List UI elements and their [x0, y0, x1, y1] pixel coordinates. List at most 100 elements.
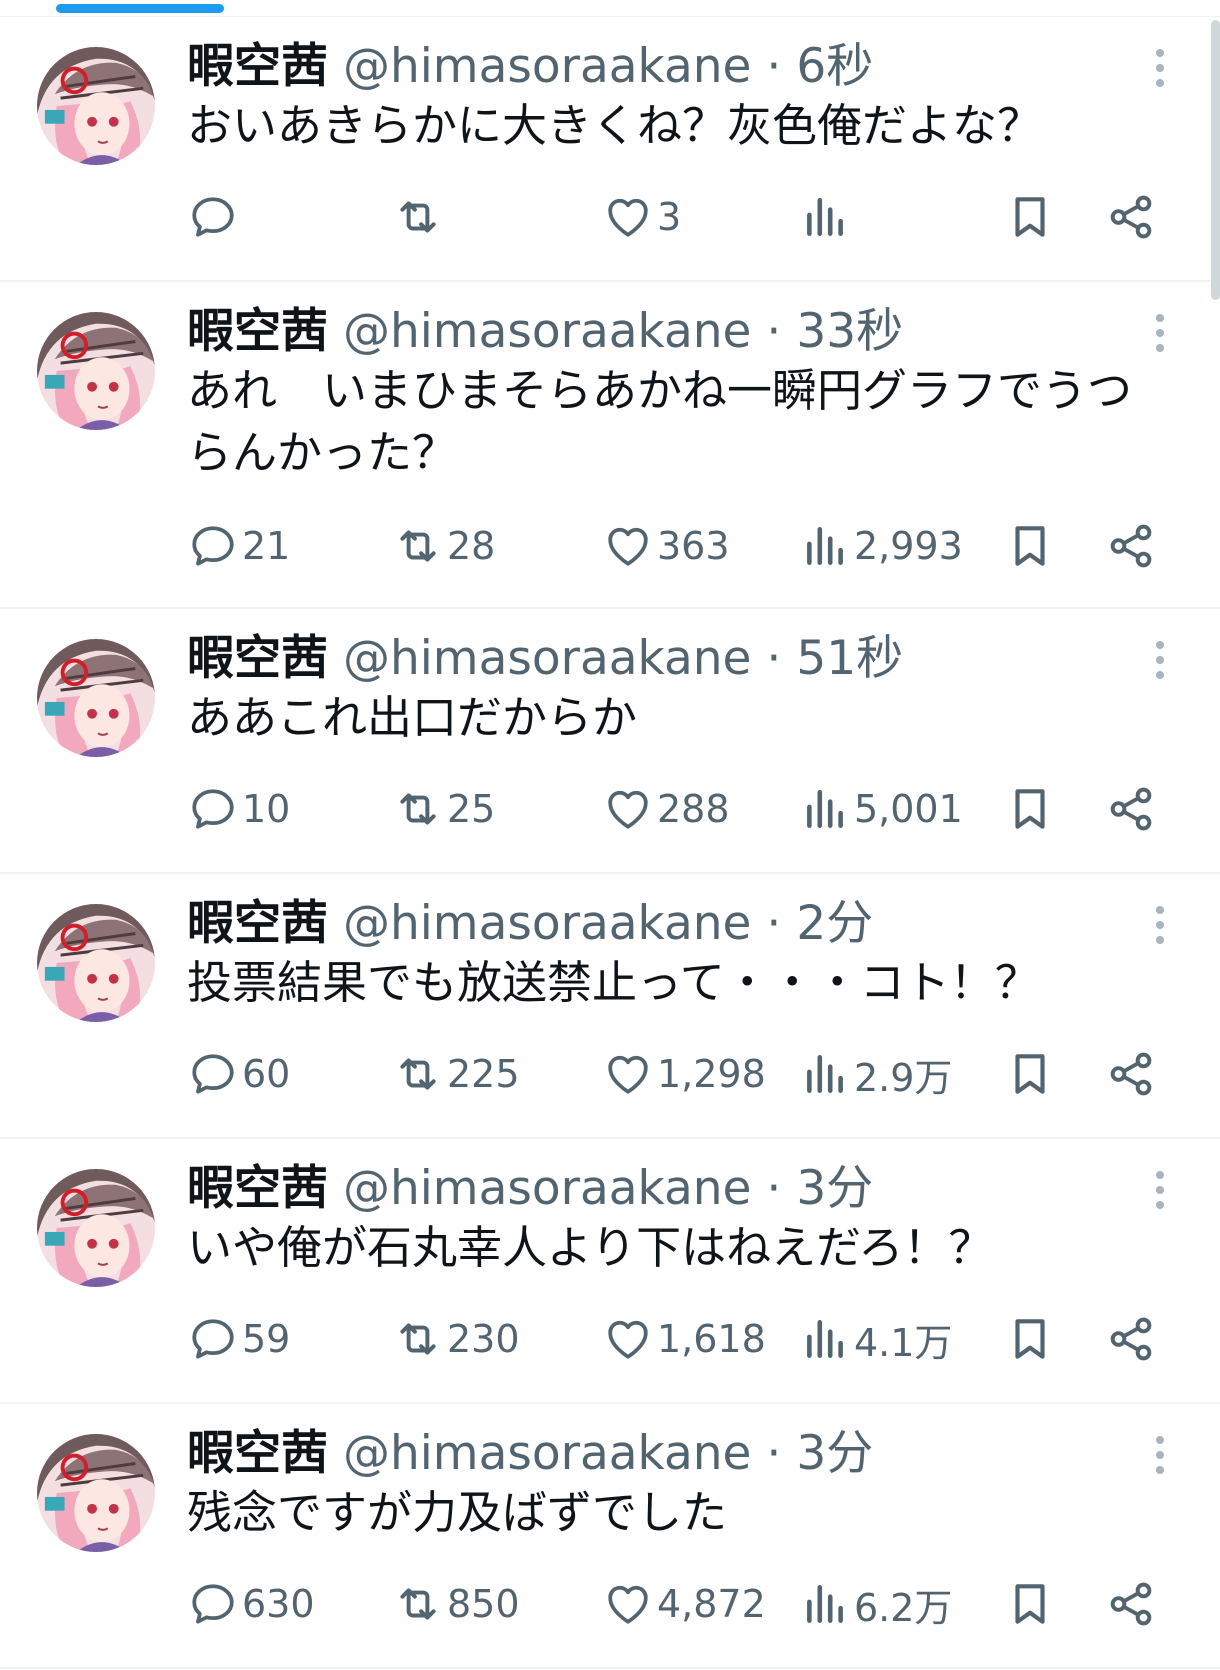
share-button[interactable] [1106, 1572, 1156, 1636]
avatar[interactable] [37, 312, 155, 430]
like-button[interactable]: 4,872 [603, 1572, 766, 1636]
timestamp[interactable]: 51秒 [796, 631, 903, 686]
timestamp[interactable]: 33秒 [796, 304, 903, 359]
share-button[interactable] [1106, 1307, 1156, 1371]
reply-button[interactable]: 59 [188, 1307, 290, 1371]
more-options-icon[interactable] [1152, 1171, 1168, 1215]
like-count: 3 [657, 195, 682, 239]
like-count: 288 [657, 787, 730, 831]
views-button[interactable]: 5,001 [800, 777, 963, 841]
more-options-icon[interactable] [1152, 906, 1168, 950]
display-name[interactable]: 暇空茜 [187, 39, 328, 94]
timeline-feed: 暇空茜 @himasoraakane · 6秒 おいあきらかに大きくね？灰色俺だ… [0, 17, 1220, 1669]
more-options-icon[interactable] [1152, 314, 1168, 358]
user-handle[interactable]: @himasoraakane [343, 1426, 752, 1481]
user-handle[interactable]: @himasoraakane [343, 631, 752, 686]
tweet-header: 暇空茜 @himasoraakane · 2分 [187, 896, 873, 952]
share-button[interactable] [1106, 514, 1156, 578]
view-count: 6.2万 [854, 1585, 953, 1630]
retweet-button[interactable]: 25 [393, 777, 495, 841]
like-button[interactable]: 1,618 [603, 1307, 766, 1371]
bookmark-button[interactable] [1005, 1307, 1055, 1371]
display-name[interactable]: 暇空茜 [187, 896, 328, 951]
heart-icon [603, 521, 653, 571]
tweet[interactable]: 暇空茜 @himasoraakane · 3分 残念ですが力及ばずでした 630… [0, 1404, 1220, 1669]
bookmark-button[interactable] [1005, 1042, 1055, 1106]
views-button[interactable]: 6.2万 [800, 1572, 952, 1636]
timestamp[interactable]: 3分 [796, 1426, 873, 1481]
reply-button[interactable]: 60 [188, 1042, 290, 1106]
share-button[interactable] [1106, 777, 1156, 841]
like-button[interactable]: 1,298 [603, 1042, 766, 1106]
views-icon [800, 192, 850, 242]
more-options-icon[interactable] [1152, 1436, 1168, 1480]
bookmark-icon [1005, 784, 1055, 834]
share-icon [1106, 521, 1156, 571]
like-button[interactable]: 3 [603, 185, 681, 249]
more-options-icon[interactable] [1152, 641, 1168, 685]
tweet-text: いや俺が石丸幸人より下はねえだろ！？ [187, 1221, 994, 1274]
bookmark-button[interactable] [1005, 777, 1055, 841]
bookmark-button[interactable] [1005, 1572, 1055, 1636]
timestamp[interactable]: 3分 [796, 1161, 873, 1216]
timestamp[interactable]: 6秒 [796, 39, 873, 94]
bookmark-button[interactable] [1005, 514, 1055, 578]
bookmark-button[interactable] [1005, 185, 1055, 249]
reply-count: 10 [242, 787, 291, 831]
separator-dot: · [766, 304, 782, 359]
tweet[interactable]: 暇空茜 @himasoraakane · 3分 いや俺が石丸幸人より下はねえだろ… [0, 1139, 1220, 1404]
timestamp[interactable]: 2分 [796, 896, 873, 951]
retweet-icon [393, 1314, 443, 1364]
retweet-button[interactable]: 225 [393, 1042, 520, 1106]
bookmark-icon [1005, 521, 1055, 571]
retweet-button[interactable] [393, 185, 447, 249]
like-button[interactable]: 288 [603, 777, 730, 841]
retweet-icon [393, 784, 443, 834]
avatar[interactable] [37, 639, 155, 757]
tweet[interactable]: 暇空茜 @himasoraakane · 6秒 おいあきらかに大きくね？灰色俺だ… [0, 17, 1220, 282]
display-name[interactable]: 暇空茜 [187, 1161, 328, 1216]
user-handle[interactable]: @himasoraakane [343, 39, 752, 94]
like-button[interactable]: 363 [603, 514, 730, 578]
user-handle[interactable]: @himasoraakane [343, 304, 752, 359]
reply-button[interactable]: 10 [188, 777, 290, 841]
like-count: 1,298 [657, 1052, 766, 1096]
views-icon [800, 1314, 850, 1364]
share-button[interactable] [1106, 185, 1156, 249]
like-count: 4,872 [657, 1582, 766, 1626]
scrollbar[interactable] [1211, 20, 1220, 300]
reply-icon [188, 784, 238, 834]
share-button[interactable] [1106, 1042, 1156, 1106]
active-tab-indicator [56, 4, 224, 13]
views-button[interactable] [800, 185, 854, 249]
separator-dot: · [766, 631, 782, 686]
tweet-header: 暇空茜 @himasoraakane · 33秒 [187, 304, 903, 360]
retweet-icon [393, 1049, 443, 1099]
avatar[interactable] [37, 1169, 155, 1287]
avatar[interactable] [37, 47, 155, 165]
tweet[interactable]: 暇空茜 @himasoraakane · 33秒 あれ いまひまそらあかね一瞬円… [0, 282, 1220, 609]
display-name[interactable]: 暇空茜 [187, 1426, 328, 1481]
user-handle[interactable]: @himasoraakane [343, 896, 752, 951]
display-name[interactable]: 暇空茜 [187, 631, 328, 686]
reply-button[interactable]: 630 [188, 1572, 315, 1636]
tweet[interactable]: 暇空茜 @himasoraakane · 51秒 ああこれ出口だからか 10 2… [0, 609, 1220, 874]
tweet[interactable]: 暇空茜 @himasoraakane · 2分 投票結果でも放送禁止って・・・コ… [0, 874, 1220, 1139]
reply-button[interactable]: 21 [188, 514, 290, 578]
user-handle[interactable]: @himasoraakane [343, 1161, 752, 1216]
reply-button[interactable] [188, 185, 242, 249]
views-button[interactable]: 4.1万 [800, 1307, 952, 1371]
views-button[interactable]: 2,993 [800, 514, 963, 578]
like-count: 363 [657, 524, 730, 568]
retweet-button[interactable]: 28 [393, 514, 495, 578]
display-name[interactable]: 暇空茜 [187, 304, 328, 359]
views-icon [800, 784, 850, 834]
avatar[interactable] [37, 904, 155, 1022]
retweet-button[interactable]: 230 [393, 1307, 520, 1371]
retweet-button[interactable]: 850 [393, 1572, 520, 1636]
avatar[interactable] [37, 1434, 155, 1552]
tweet-actions: 60 225 1,298 2.9万 [0, 1042, 1220, 1106]
share-icon [1106, 784, 1156, 834]
more-options-icon[interactable] [1152, 49, 1168, 93]
views-button[interactable]: 2.9万 [800, 1042, 952, 1106]
